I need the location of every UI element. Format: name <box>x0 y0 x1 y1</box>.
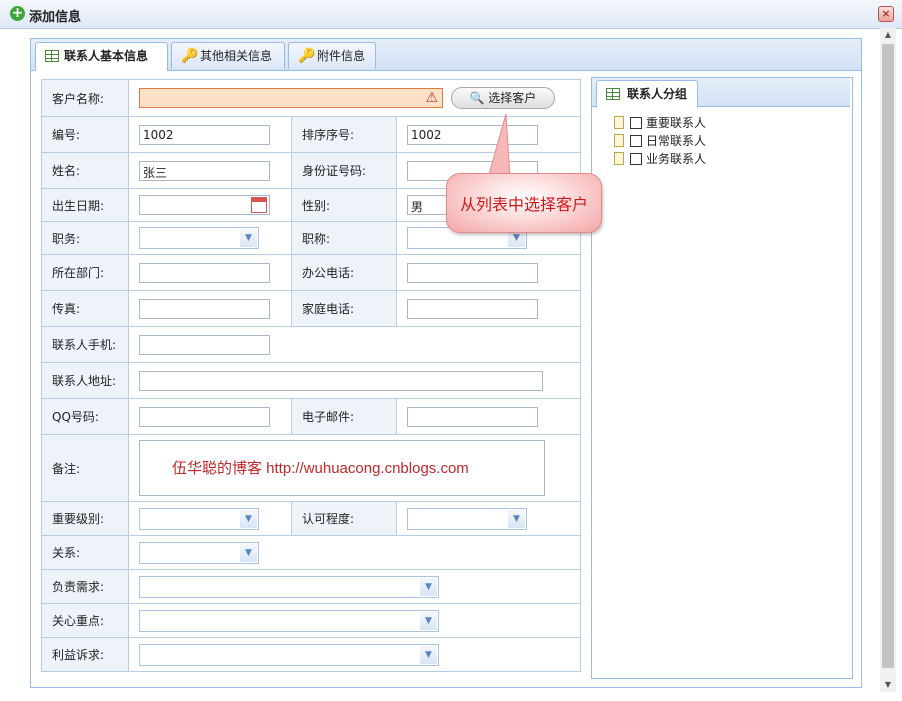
calendar-icon[interactable] <box>251 197 267 213</box>
group-checkbox[interactable] <box>630 135 642 147</box>
select-customer-label: 选择客户 <box>488 91 537 105</box>
key-icon: 🔑 <box>298 48 316 64</box>
chevron-down-icon[interactable]: ▼ <box>240 229 257 247</box>
close-icon[interactable]: × <box>878 6 894 22</box>
name-label: 姓名: <box>41 152 129 189</box>
birth-label: 出生日期: <box>41 188 129 222</box>
focus-select[interactable]: ▼ <box>139 609 439 632</box>
callout-text: 从列表中选择客户 <box>459 197 588 214</box>
chevron-down-icon[interactable]: ▼ <box>420 577 437 596</box>
add-icon: + <box>10 5 25 21</box>
fax-input[interactable] <box>139 298 270 319</box>
chevron-down-icon[interactable]: ▼ <box>420 611 437 630</box>
group-checkbox[interactable] <box>630 117 642 129</box>
gender-label: 性别: <box>291 188 397 222</box>
recognition-select[interactable]: ▼ <box>407 507 527 530</box>
group-item-important[interactable]: 重要联系人 <box>614 114 706 132</box>
scroll-thumb[interactable] <box>882 44 894 668</box>
document-icon <box>614 152 624 165</box>
id-label: 身份证号码: <box>291 152 397 189</box>
tab-label: 联系人基本信息 <box>64 49 149 63</box>
mobile-label: 联系人手机: <box>41 326 129 363</box>
mobile-input[interactable] <box>139 334 270 355</box>
group-item-label: 日常联系人 <box>646 134 707 148</box>
note-textarea[interactable]: 伍华聪的博客 http://wuhuacong.cnblogs.com <box>139 440 545 496</box>
table-icon <box>606 88 620 100</box>
home-phone-label: 家庭电话: <box>291 290 397 327</box>
tab-label: 附件信息 <box>317 49 366 63</box>
focus-label: 关心重点: <box>41 603 129 638</box>
relation-select[interactable]: ▼ <box>139 541 259 564</box>
document-icon <box>614 116 624 129</box>
needs-label: 负责需求: <box>41 569 129 604</box>
sort-label: 排序序号: <box>291 116 397 153</box>
code-input[interactable]: 1002 <box>139 124 270 145</box>
email-input[interactable] <box>407 406 538 427</box>
address-input[interactable] <box>139 370 543 391</box>
needs-select[interactable]: ▼ <box>139 575 439 598</box>
callout-tooltip: 从列表中选择客户 <box>446 173 602 233</box>
address-label: 联系人地址: <box>41 362 129 399</box>
chevron-down-icon[interactable]: ▼ <box>240 509 257 528</box>
key-icon: 🔑 <box>181 48 199 64</box>
chevron-down-icon[interactable]: ▼ <box>240 543 257 562</box>
tab-contact-group[interactable]: 联系人分组 <box>596 80 699 108</box>
group-item-label: 业务联系人 <box>646 152 707 166</box>
group-checkbox[interactable] <box>630 153 642 165</box>
note-label: 备注: <box>41 434 129 502</box>
customer-name-field[interactable]: ⚠ <box>139 88 443 108</box>
qq-label: QQ号码: <box>41 398 129 435</box>
tab-attachments[interactable]: 🔑 附件信息 <box>288 42 376 69</box>
interest-label: 利益诉求: <box>41 637 129 672</box>
tab-label: 其他相关信息 <box>200 49 273 63</box>
contact-group-tree: 重要联系人 日常联系人 业务联系人 <box>614 114 706 168</box>
importance-select[interactable]: ▼ <box>139 507 259 530</box>
email-label: 电子邮件: <box>291 398 397 435</box>
group-tab-label: 联系人分组 <box>627 87 688 101</box>
scroll-down-icon[interactable]: ▼ <box>880 678 896 692</box>
name-input[interactable]: 张三 <box>139 160 270 181</box>
window-title: 添加信息 <box>29 10 82 25</box>
dept-label: 所在部门: <box>41 254 129 291</box>
office-phone-input[interactable] <box>407 262 538 283</box>
fax-label: 传真: <box>41 290 129 327</box>
importance-label: 重要级别: <box>41 501 129 536</box>
window-titlebar: + 添加信息 × <box>0 0 902 29</box>
table-icon <box>45 50 59 62</box>
customer-name-label: 客户名称: <box>41 79 129 117</box>
group-panel-header: 联系人分组 <box>592 78 850 108</box>
tab-panel: 联系人基本信息 🔑 其他相关信息 🔑 附件信息 客户名称: ⚠ 🔍 选择客户 编… <box>30 38 862 688</box>
tab-basic-info[interactable]: 联系人基本信息 <box>35 42 168 71</box>
group-item-label: 重要联系人 <box>646 116 707 130</box>
chevron-down-icon[interactable]: ▼ <box>420 645 437 664</box>
group-item-daily[interactable]: 日常联系人 <box>614 132 706 150</box>
callout-pointer <box>487 113 511 179</box>
contact-group-panel: 联系人分组 重要联系人 日常联系人 业务联系人 <box>591 77 853 679</box>
blog-watermark: 伍华聪的博客 http://wuhuacong.cnblogs.com <box>172 460 469 477</box>
interest-select[interactable]: ▼ <box>139 643 439 666</box>
qq-input[interactable] <box>139 406 270 427</box>
relation-label: 关系: <box>41 535 129 570</box>
title-label: 职称: <box>291 221 397 255</box>
vertical-scrollbar[interactable]: ▲ ▼ <box>880 28 896 692</box>
document-icon <box>614 134 624 147</box>
dept-input[interactable] <box>139 262 270 283</box>
scroll-up-icon[interactable]: ▲ <box>880 28 896 42</box>
duty-label: 职务: <box>41 221 129 255</box>
group-item-business[interactable]: 业务联系人 <box>614 150 706 168</box>
birth-date-input[interactable] <box>139 195 270 215</box>
home-phone-input[interactable] <box>407 298 538 319</box>
office-phone-label: 办公电话: <box>291 254 397 291</box>
duty-select[interactable]: ▼ <box>139 227 259 249</box>
code-label: 编号: <box>41 116 129 153</box>
recognition-label: 认可程度: <box>291 501 397 536</box>
tab-strip: 联系人基本信息 🔑 其他相关信息 🔑 附件信息 <box>31 39 861 71</box>
select-customer-button[interactable]: 🔍 选择客户 <box>450 87 555 109</box>
chevron-down-icon[interactable]: ▼ <box>508 509 525 528</box>
warning-icon: ⚠ <box>425 90 438 106</box>
tab-other-info[interactable]: 🔑 其他相关信息 <box>171 42 285 69</box>
